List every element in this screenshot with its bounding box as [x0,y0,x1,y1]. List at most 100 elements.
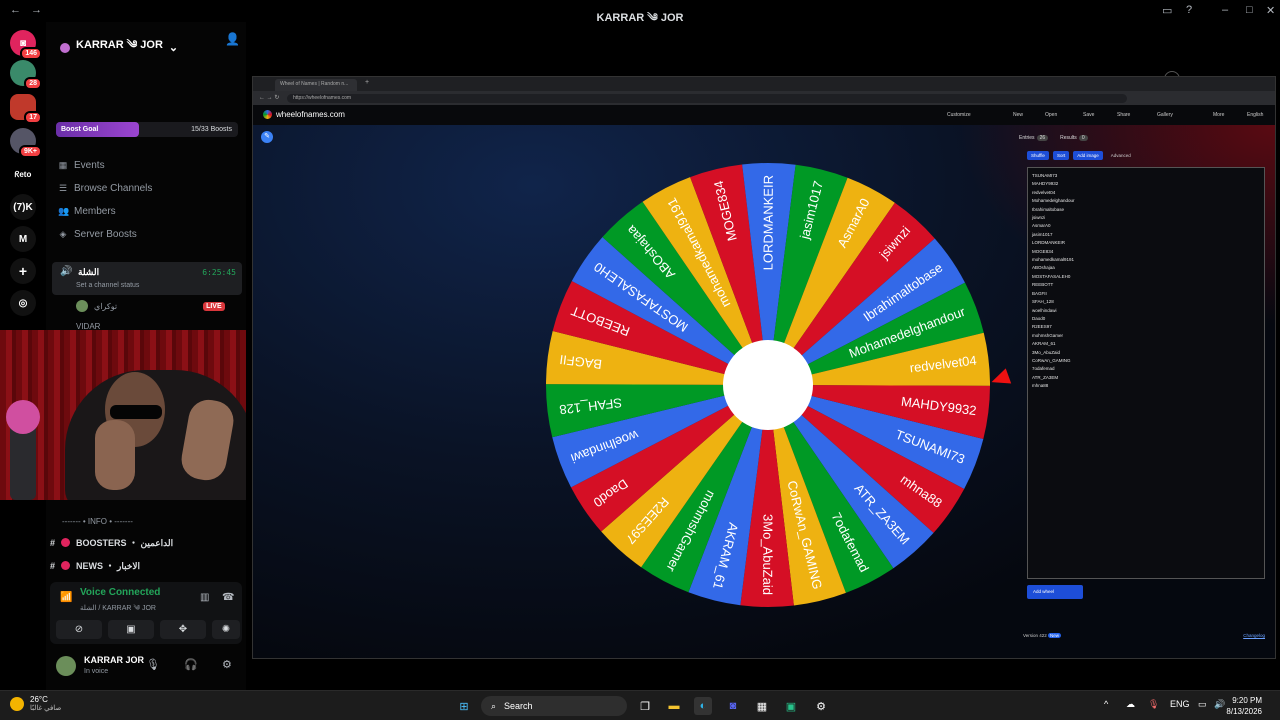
entry-line: Daod0 [1032,315,1046,321]
entries-panel: Entries 26 Results 0 Shuffle Sort Add imag… [1019,135,1269,605]
add-server-icon[interactable]: + [10,258,36,284]
server-folder-icon[interactable]: 9K+ [10,128,42,158]
hash-icon: # [50,537,56,548]
tab-entries[interactable]: Entries 26 [1019,135,1049,141]
server-badge: 9K+ [18,145,42,158]
direct-messages-icon[interactable]: ◙ 146 [10,30,42,60]
changelog-link[interactable]: Changelog [1243,633,1265,638]
headphones-icon[interactable]: 🎧 [184,658,198,671]
taskbar-search[interactable]: ⌕ Search [481,696,627,716]
entries-toolbar: Shuffle Sort Add image Advanced [1027,151,1135,160]
shuffle-button[interactable]: Shuffle [1027,151,1049,160]
settings-icon[interactable]: ⚙ [812,697,830,715]
wheel-center[interactable] [723,340,813,430]
inbox-icon[interactable]: ▭ [1162,4,1172,17]
url-input[interactable]: https://wheelofnames.com [287,94,1127,103]
screen-share-button[interactable]: ▣ [108,620,154,639]
new-tab-icon[interactable]: + [365,79,369,86]
app-icon[interactable]: ▣ [782,697,800,715]
network-icon[interactable]: ▭ [1198,699,1207,710]
chevron-up-icon[interactable]: ^ [1104,699,1108,709]
advanced-checkbox[interactable]: Advanced [1107,151,1135,160]
edit-icon[interactable]: ✎ [261,131,273,143]
calculator-icon[interactable]: ▦ [753,697,771,715]
weather-widget[interactable]: 26°C صافي غالبًا [10,695,61,712]
maximize-icon[interactable]: □ [1246,4,1253,16]
entry-line: mhna88 [1032,383,1049,389]
voice-connection-panel: 📶 Voice Connected الشلة / KARRAR ༄ JOR ▥… [50,582,242,644]
tab-count: 0 [1078,135,1088,141]
nav-label: Members [74,206,116,217]
menu-save[interactable]: Save [1083,112,1094,118]
menu-open[interactable]: Open [1045,112,1057,118]
taskbar: 26°C صافي غالبًا ⊞ ⌕ Search ❐ ▬ ◐ ◙ ▦ ▣ ⚙ … [0,690,1280,720]
voice-member[interactable]: توكراي LIVE [76,300,225,312]
entries-textarea[interactable]: TSUNAMI73 MAHDY9932 redvelvet04 Mohamedelgh… [1027,167,1265,579]
menu-customize[interactable]: Customize [947,112,971,118]
soundboard-button[interactable]: ✺ [212,620,240,639]
entry-line: 7odafemad [1032,366,1055,372]
edge-icon[interactable]: ◐ [694,697,712,715]
tab-results[interactable]: Results 0 [1060,135,1088,141]
name-wheel[interactable]: TSUNAMI73mhna88ATR_ZA3EM7odafemadCoRwAn_… [543,160,993,610]
add-wheel-button[interactable]: Add wheel [1027,585,1083,599]
task-view-icon[interactable]: ❐ [636,697,654,715]
noise-suppression-icon[interactable]: ▥ [200,592,209,603]
avatar[interactable] [56,656,76,676]
close-icon[interactable]: ✕ [1266,4,1275,17]
tab-count: 26 [1036,135,1049,141]
search-label: Search [504,701,533,711]
activities-button[interactable]: ✥ [160,620,206,639]
browse-channels-link[interactable]: ☰ Browse Channels [58,183,152,194]
sort-button[interactable]: Sort [1052,151,1070,160]
onedrive-icon[interactable]: ☁ [1126,699,1135,710]
microphone-icon[interactable]: 🎙 [146,658,160,671]
channel-news[interactable]: # NEWS ・ الاخبار [50,559,140,572]
server-icon[interactable]: (7)K [10,194,36,220]
voice-channel[interactable]: 🔊 الشلة 6:25:45 Set a channel status [52,262,242,295]
invite-icon[interactable]: 👤 [225,32,240,46]
language-indicator[interactable]: ENG [1170,699,1190,709]
start-icon[interactable]: ⊞ [455,697,473,715]
channel-status[interactable]: Set a channel status [76,282,139,289]
wheel-segment-label: LORDMANKEIR [760,175,775,270]
server-icon[interactable]: 17 [10,94,42,124]
server-badge: 17 [24,111,42,124]
nav-label: Server Boosts [74,229,137,240]
server-boosts-link[interactable]: ◈ Server Boosts [58,229,137,240]
guild-header[interactable]: KARRAR ༄ JOR ⌄ [60,32,178,63]
server-icon[interactable]: ᖇeto [10,162,36,188]
add-image-button[interactable]: Add image [1073,151,1103,160]
nav-arrows-icon[interactable]: ← → ↻ [259,94,279,101]
menu-more[interactable]: More [1213,112,1224,118]
clock[interactable]: 9:20 PM 8/13/2026 [1226,695,1262,717]
server-icon[interactable]: M [10,226,36,252]
discord-icon[interactable]: ◙ [724,697,742,715]
signal-icon[interactable]: 📶 [60,592,72,603]
category-header[interactable]: ------- • INFO • ------- [62,517,133,526]
menu-gallery[interactable]: Gallery [1157,112,1173,118]
menu-new[interactable]: New [1013,112,1023,118]
volume-icon[interactable]: 🔊 [1214,699,1225,710]
server-icon[interactable]: 28 [10,60,42,90]
hand-image [95,420,135,490]
menu-share[interactable]: Share [1117,112,1130,118]
help-icon[interactable]: ? [1186,4,1192,16]
members-link[interactable]: 👥 Members [58,206,116,217]
voice-channel-name: الشلة [78,267,100,277]
browser-tab[interactable]: Wheel of Names | Random n... [275,79,357,91]
disconnect-icon[interactable]: ☎ [222,592,234,603]
file-explorer-icon[interactable]: ▬ [665,697,683,715]
menu-language[interactable]: English [1247,112,1263,118]
gear-icon[interactable]: ⚙ [222,658,232,671]
voice-channel-path[interactable]: الشلة / KARRAR ༄ JOR [80,601,156,620]
minimize-icon[interactable]: – [1222,4,1228,16]
site-logo[interactable]: wheelofnames.com [263,110,345,119]
events-link[interactable]: ▦ Events [58,160,105,171]
channel-boosters[interactable]: # BOOSTERS ・ الداعمين [50,536,173,549]
camera-button[interactable]: ⊘ [56,620,102,639]
microphone-icon[interactable]: 🎙 [1148,699,1159,710]
boost-goal-bar[interactable]: Boost Goal 15/33 Boosts [56,122,238,137]
explore-icon[interactable]: ◎ [10,290,36,316]
time: 9:20 PM [1232,696,1262,705]
